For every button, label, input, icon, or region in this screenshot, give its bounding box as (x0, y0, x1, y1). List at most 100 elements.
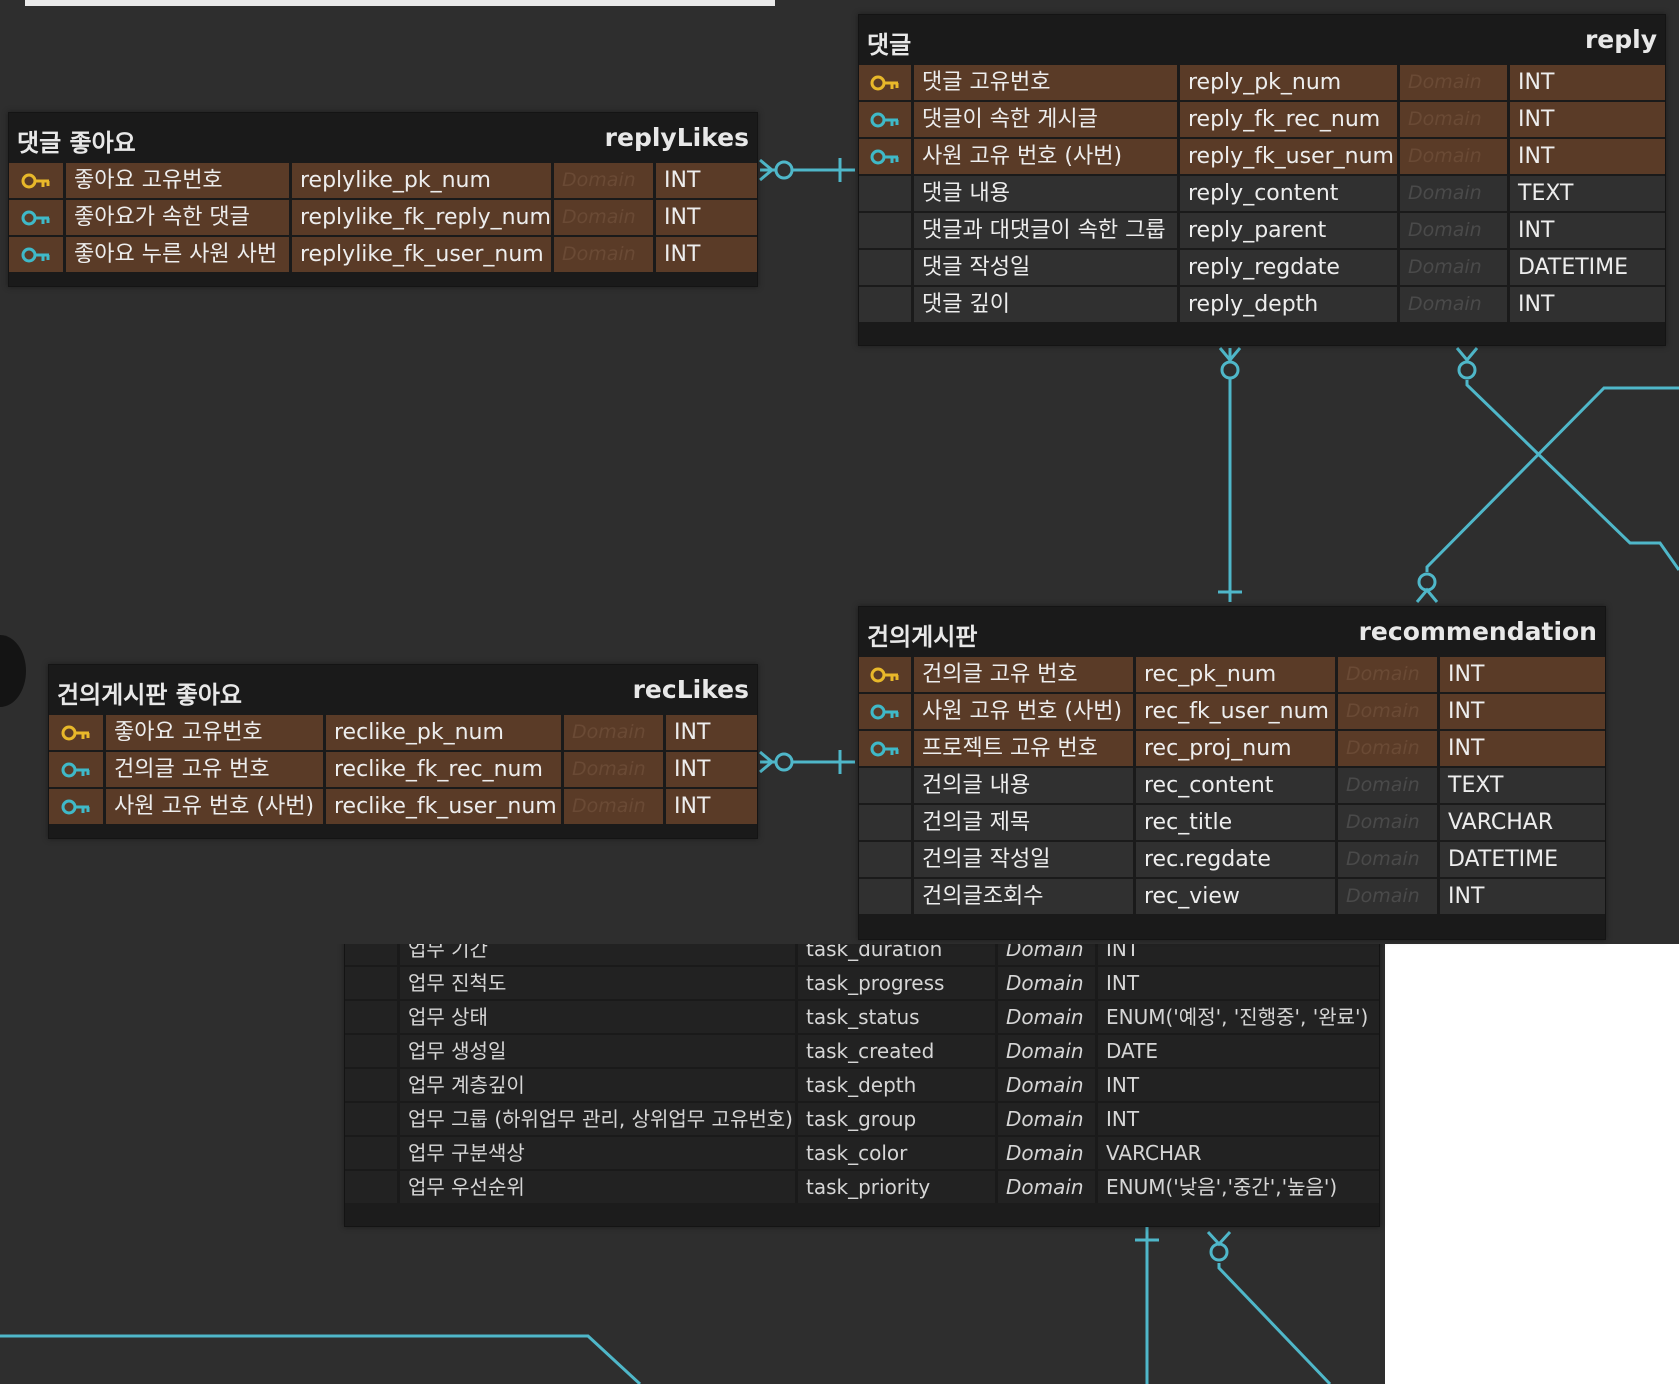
column-type: INT (1437, 657, 1603, 692)
column-physical-name: reply_regdate (1177, 250, 1397, 285)
column-type: VARCHAR (1437, 805, 1603, 840)
reply-table[interactable]: 댓글 reply 댓글 고유번호 reply_pk_num Domain INT 댓글이… (858, 14, 1666, 346)
column-domain: Domain (995, 1069, 1095, 1101)
table-row[interactable]: 좋아요가 속한 댓글 replylike_fk_reply_num Domain IN… (9, 198, 757, 235)
column-type: INT (1507, 65, 1663, 100)
row-icon-slot (345, 1171, 397, 1203)
column-type: INT (1507, 139, 1663, 174)
column-type: DATE (1095, 1035, 1377, 1067)
table-name: replyLikes (604, 123, 749, 152)
table-row[interactable]: 건의글 고유 번호 rec_pk_num Domain INT (859, 655, 1605, 692)
table-row[interactable]: 건의글조회수 rec_view Domain INT (859, 877, 1605, 914)
row-icon-slot (859, 250, 911, 285)
table-row[interactable]: 업무 구분색상 task_color Domain VARCHAR (345, 1135, 1379, 1169)
table-row[interactable]: 댓글 작성일 reply_regdate Domain DATETIME (859, 248, 1665, 285)
replylikes-table[interactable]: 댓글 좋아요 replyLikes 좋아요 고유번호 replylike_pk_n… (8, 112, 758, 287)
table-row[interactable]: 댓글 깊이 reply_depth Domain INT (859, 285, 1665, 322)
task-rows: 업무 기간 task_duration Domain INT 업무 진척도 task_pr… (345, 931, 1379, 1203)
table-row[interactable]: 댓글 내용 reply_content Domain TEXT (859, 174, 1665, 211)
column-domain: Domain (1335, 842, 1437, 877)
table-row[interactable]: 업무 진척도 task_progress Domain INT (345, 965, 1379, 999)
column-physical-name: replylike_fk_reply_num (289, 200, 551, 235)
table-row[interactable]: 댓글과 대댓글이 속한 그룹 reply_parent Domain INT (859, 211, 1665, 248)
task-table[interactable]: 업무 기간 task_duration Domain INT 업무 진척도 task_pr… (344, 930, 1380, 1227)
column-type: TEXT (1437, 768, 1603, 803)
column-logical-name: 업무 진척도 (397, 967, 795, 999)
column-logical-name: 댓글 작성일 (911, 250, 1177, 285)
column-logical-name: 건의글 고유 번호 (911, 657, 1133, 692)
fk-key-icon (859, 102, 911, 137)
column-domain: Domain (551, 237, 653, 272)
row-icon-slot (859, 213, 911, 248)
table-row[interactable]: 업무 생성일 task_created Domain DATE (345, 1033, 1379, 1067)
table-row[interactable]: 건의글 내용 rec_content Domain TEXT (859, 766, 1605, 803)
column-domain: Domain (1335, 731, 1437, 766)
row-icon-slot (345, 967, 397, 999)
table-row[interactable]: 프로젝트 고유 번호 rec_proj_num Domain INT (859, 729, 1605, 766)
table-row[interactable]: 사원 고유 번호 (사번) reply_fk_user_num Domain INT (859, 137, 1665, 174)
column-domain: Domain (1397, 213, 1507, 248)
table-name: reply (1584, 25, 1657, 54)
row-icon-slot (859, 287, 911, 322)
column-physical-name: task_group (795, 1103, 995, 1135)
table-row[interactable]: 업무 상태 task_status Domain ENUM('예정', '진행중', … (345, 999, 1379, 1033)
column-type: INT (1437, 694, 1603, 729)
column-physical-name: rec_pk_num (1133, 657, 1335, 692)
row-icon-slot (345, 1001, 397, 1033)
column-logical-name: 건의글 내용 (911, 768, 1133, 803)
table-row[interactable]: 건의글 작성일 rec.regdate Domain DATETIME (859, 840, 1605, 877)
column-type: INT (1507, 102, 1663, 137)
column-type: INT (1437, 731, 1603, 766)
row-icon-slot (859, 842, 911, 877)
column-logical-name: 댓글과 대댓글이 속한 그룹 (911, 213, 1177, 248)
row-icon-slot (859, 805, 911, 840)
column-type: INT (1507, 287, 1663, 322)
column-type: INT (1437, 879, 1603, 914)
table-row[interactable]: 좋아요 누른 사원 사번 replylike_fk_user_num Domain I… (9, 235, 757, 272)
column-logical-name: 업무 그룹 (하위업무 관리, 상위업무 고유번호) (397, 1103, 795, 1135)
table-row[interactable]: 업무 우선순위 task_priority Domain ENUM('낮음','중간'… (345, 1169, 1379, 1203)
column-type: INT (653, 163, 755, 198)
column-domain: Domain (1335, 657, 1437, 692)
column-type: INT (653, 200, 755, 235)
table-row[interactable]: 댓글 고유번호 reply_pk_num Domain INT (859, 63, 1665, 100)
column-domain: Domain (1397, 65, 1507, 100)
pk-key-icon (9, 163, 63, 198)
table-row[interactable]: 좋아요 고유번호 replylike_pk_num Domain INT (9, 161, 757, 198)
column-type: INT (663, 789, 755, 824)
column-logical-name: 업무 구분색상 (397, 1137, 795, 1169)
table-row[interactable]: 사원 고유 번호 (사번) rec_fk_user_num Domain INT (859, 692, 1605, 729)
table-row[interactable]: 댓글이 속한 게시글 reply_fk_rec_num Domain INT (859, 100, 1665, 137)
column-type: INT (1507, 213, 1663, 248)
column-logical-name: 업무 상태 (397, 1001, 795, 1033)
column-logical-name: 건의글 제목 (911, 805, 1133, 840)
table-row[interactable]: 건의글 고유 번호 reclike_fk_rec_num Domain INT (49, 750, 757, 787)
table-row[interactable]: 좋아요 고유번호 reclike_pk_num Domain INT (49, 713, 757, 750)
column-logical-name: 업무 생성일 (397, 1035, 795, 1067)
fk-key-icon (859, 694, 911, 729)
reclikes-table[interactable]: 건의게시판 좋아요 recLikes 좋아요 고유번호 reclike_pk_nu… (48, 664, 758, 839)
recommendation-table[interactable]: 건의게시판 recommendation 건의글 고유 번호 rec_pk_num… (858, 606, 1606, 940)
column-domain: Domain (1397, 287, 1507, 322)
table-row[interactable]: 사원 고유 번호 (사번) reclike_fk_user_num Domain IN… (49, 787, 757, 824)
column-rows: 건의글 고유 번호 rec_pk_num Domain INT 사원 고유 번호 (사번… (859, 655, 1605, 914)
table-row[interactable]: 건의글 제목 rec_title Domain VARCHAR (859, 803, 1605, 840)
top-edge-strip (25, 0, 775, 6)
column-rows: 댓글 고유번호 reply_pk_num Domain INT 댓글이 속한 게시글 re… (859, 63, 1665, 322)
table-header: 댓글 좋아요 replyLikes (9, 113, 757, 161)
column-logical-name: 사원 고유 번호 (사번) (911, 694, 1133, 729)
column-physical-name: task_progress (795, 967, 995, 999)
column-logical-name: 좋아요 고유번호 (63, 163, 289, 198)
column-type: INT (1095, 1103, 1377, 1135)
pk-key-icon (859, 65, 911, 100)
table-row[interactable]: 업무 그룹 (하위업무 관리, 상위업무 고유번호) task_group Doma… (345, 1101, 1379, 1135)
column-domain: Domain (1397, 139, 1507, 174)
column-logical-name: 좋아요 고유번호 (103, 715, 323, 750)
column-physical-name: reclike_fk_user_num (323, 789, 561, 824)
table-row[interactable]: 업무 계층깊이 task_depth Domain INT (345, 1067, 1379, 1101)
column-logical-name: 좋아요 누른 사원 사번 (63, 237, 289, 272)
column-logical-name: 댓글 내용 (911, 176, 1177, 211)
column-type: DATETIME (1507, 250, 1663, 285)
column-physical-name: replylike_fk_user_num (289, 237, 551, 272)
column-domain: Domain (1397, 102, 1507, 137)
